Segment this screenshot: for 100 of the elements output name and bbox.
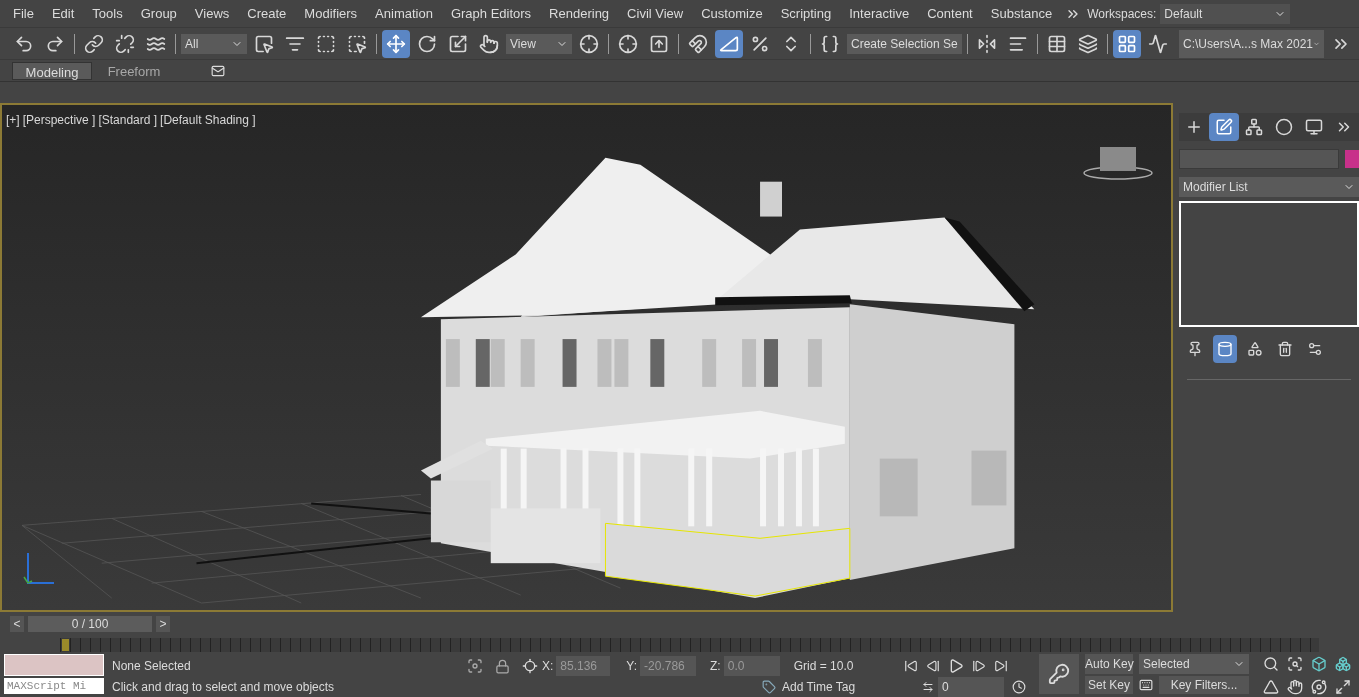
- crosshair-icon: [618, 33, 638, 54]
- isolate-icon[interactable]: [467, 658, 483, 674]
- go-to-start-icon[interactable]: [903, 659, 918, 673]
- time-slider-thumb[interactable]: 0 / 100: [28, 616, 152, 632]
- lock-icon[interactable]: [495, 658, 510, 674]
- previous-key-icon[interactable]: [925, 659, 940, 673]
- scale-icon: [448, 33, 468, 54]
- viewport-label[interactable]: [Perspective ]: [22, 111, 96, 129]
- unlink-icon: [115, 33, 135, 54]
- prompt-text: Click and drag to select and move objects: [112, 679, 336, 696]
- workspace-dropdown[interactable]: Default: [1160, 3, 1291, 24]
- select-object-icon: [254, 33, 274, 54]
- zoom-all-icon[interactable]: [1287, 656, 1303, 672]
- menu-item[interactable]: Group: [131, 3, 186, 24]
- next-frame-button[interactable]: >: [156, 616, 170, 632]
- key-mode-icon[interactable]: [1139, 678, 1153, 692]
- object-name-field[interactable]: [1179, 149, 1339, 169]
- menu-item[interactable]: Interactive: [840, 3, 919, 24]
- key-mode-dropdown[interactable]: Selected: [1139, 654, 1249, 674]
- absolute-mode-icon[interactable]: [522, 658, 538, 674]
- menu-item[interactable]: Animation: [366, 3, 442, 24]
- ribbon-options-icon[interactable]: [211, 63, 225, 78]
- time-configuration-icon[interactable]: [1012, 680, 1026, 694]
- menu-item[interactable]: Create: [238, 3, 296, 24]
- viewport-label[interactable]: [Standard ]: [98, 111, 158, 129]
- object-color-swatch[interactable]: [1345, 150, 1359, 168]
- add-time-tag[interactable]: Add Time Tag: [782, 678, 922, 696]
- auto-key-button[interactable]: Auto Key: [1085, 654, 1133, 674]
- plus-icon: [1185, 118, 1203, 136]
- toolbar-dropdown[interactable]: View: [506, 33, 572, 54]
- ribbon-tab[interactable]: Modeling: [12, 61, 92, 80]
- layers-icon: [1078, 33, 1098, 54]
- menu-item[interactable]: Tools: [83, 3, 132, 24]
- project-path-dropdown[interactable]: C:\Users\A...s Max 2021: [1179, 29, 1324, 58]
- redo-icon: [45, 33, 65, 54]
- circle-icon: [1275, 118, 1293, 136]
- menu-item[interactable]: Scripting: [771, 3, 841, 24]
- set-key-button[interactable]: Set Key: [1085, 676, 1133, 694]
- undo-icon: [14, 33, 34, 54]
- orbit-icon[interactable]: [1311, 678, 1327, 695]
- toolbar-dropdown[interactable]: All: [181, 33, 247, 54]
- rotate-icon: [417, 33, 437, 54]
- menu-item[interactable]: Rendering: [540, 3, 619, 24]
- magnet-icon: [688, 33, 708, 54]
- trash-icon: [1277, 341, 1293, 357]
- set-key-big-button[interactable]: [1039, 654, 1079, 694]
- search-icon[interactable]: [1263, 656, 1279, 672]
- viewport-label[interactable]: [+]: [6, 111, 20, 129]
- menu-item[interactable]: Edit: [42, 3, 84, 24]
- pan-icon[interactable]: [1287, 678, 1303, 695]
- dashed-square-pointer-icon: [347, 33, 367, 54]
- maxscript-field[interactable]: MAXScript Mi: [4, 678, 104, 694]
- menu-item[interactable]: File: [4, 3, 43, 24]
- configure-icon: [1307, 341, 1323, 357]
- current-frame-marker: [62, 639, 69, 651]
- pivot-icon: [579, 33, 599, 54]
- link-icon: [84, 33, 104, 54]
- modify-icon: [1215, 118, 1233, 136]
- viewport[interactable]: [+] [Perspective ] [Standard ] [Default Shading ]: [0, 103, 1173, 612]
- cubes-icon[interactable]: [1335, 656, 1351, 672]
- frame-mode-icon[interactable]: [922, 681, 934, 693]
- selection-status: None Selected: [112, 658, 192, 675]
- key-filters-button[interactable]: Key Filters...: [1159, 676, 1249, 694]
- maximize-icon[interactable]: [1335, 678, 1351, 695]
- pin-icon: [1187, 341, 1203, 357]
- up-arrow-square-icon: [649, 33, 669, 54]
- move-button[interactable]: [382, 29, 410, 58]
- angle-button[interactable]: [715, 29, 743, 58]
- cube-icon[interactable]: [1311, 656, 1327, 672]
- toolbar-dropdown[interactable]: Create Selection Se: [847, 33, 962, 54]
- mirror-icon: [977, 33, 997, 54]
- menu-item[interactable]: Customize: [692, 3, 772, 24]
- curve-icon: [1148, 33, 1168, 54]
- modifier-stack[interactable]: [1179, 201, 1359, 327]
- menu-item[interactable]: Substance: [981, 3, 1062, 24]
- frame-field[interactable]: 0: [938, 677, 1004, 697]
- pointer-icon: [479, 33, 499, 54]
- viewport-label[interactable]: [Default Shading ]: [160, 111, 256, 129]
- dashed-square-icon: [316, 33, 336, 54]
- menu-item[interactable]: Modifiers: [295, 3, 367, 24]
- menu-item[interactable]: Views: [185, 3, 239, 24]
- tube-button[interactable]: [1213, 335, 1237, 363]
- menu-item[interactable]: Civil View: [618, 3, 693, 24]
- timeline-track[interactable]: [60, 638, 1319, 652]
- move-icon: [386, 33, 406, 54]
- table-icon: [1047, 33, 1067, 54]
- menu-item[interactable]: Content: [918, 3, 982, 24]
- go-to-end-icon[interactable]: [993, 659, 1008, 673]
- grid-button[interactable]: [1113, 29, 1141, 58]
- previous-frame-button[interactable]: <: [10, 616, 24, 632]
- grid-icon: [1117, 33, 1137, 54]
- ribbon-tab[interactable]: Freeform: [94, 61, 174, 80]
- time-tag-icon[interactable]: [762, 680, 776, 694]
- next-key-icon[interactable]: [971, 659, 986, 673]
- modifier-list-dropdown[interactable]: Modifier List: [1179, 177, 1359, 197]
- field-of-view-icon[interactable]: [1263, 678, 1279, 695]
- key-icon: [1048, 663, 1070, 685]
- menu-item[interactable]: Graph Editors: [441, 3, 541, 24]
- modify-button[interactable]: [1209, 113, 1239, 141]
- angle-icon: [719, 33, 739, 54]
